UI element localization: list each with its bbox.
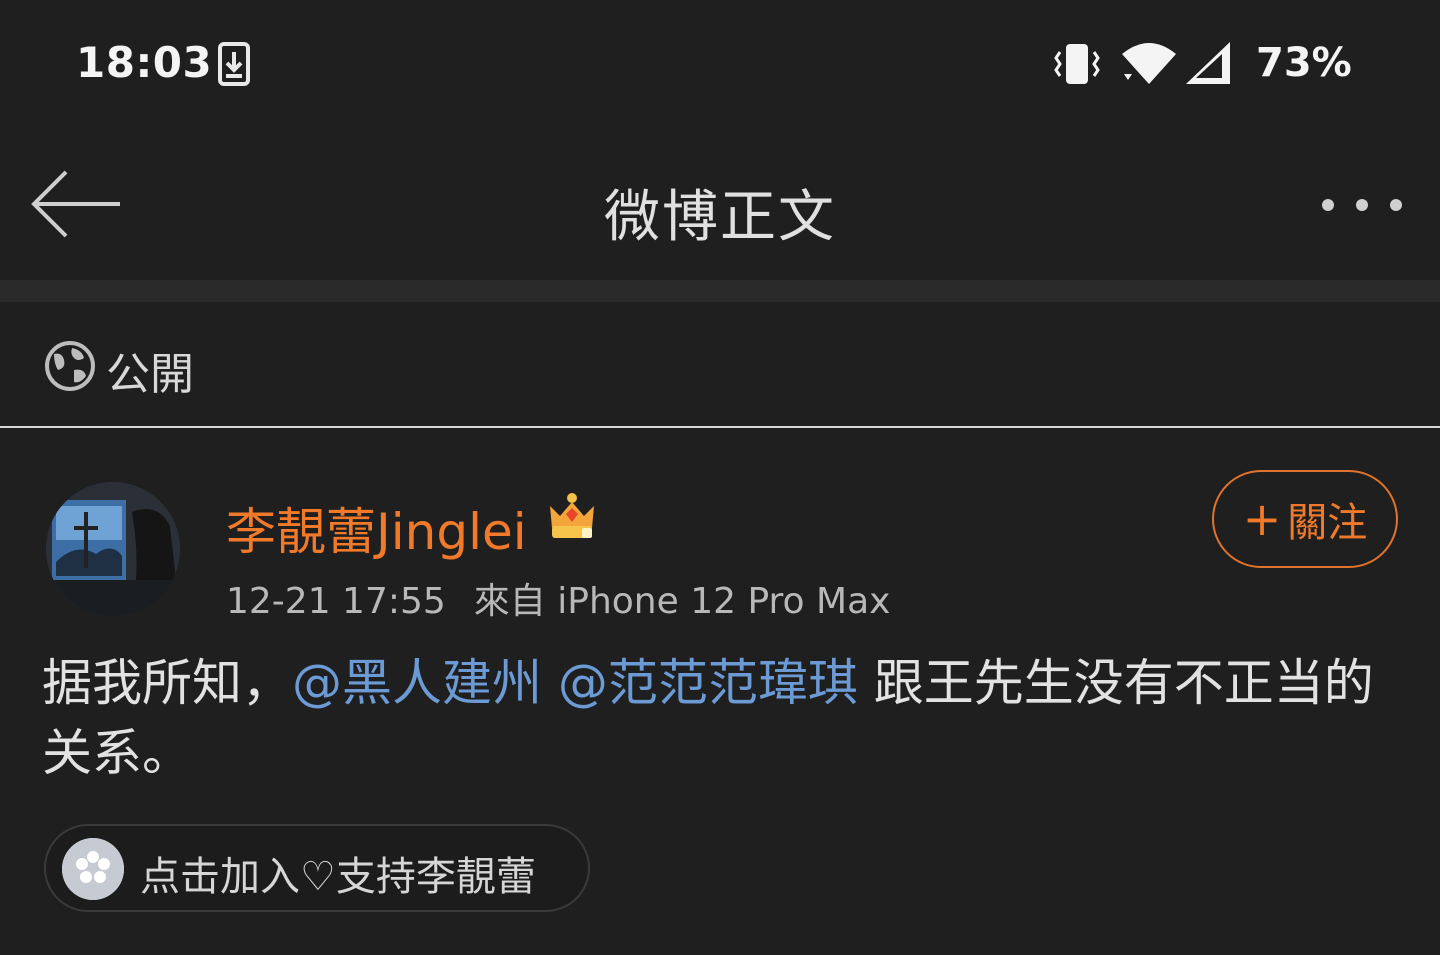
more-button[interactable] bbox=[1314, 190, 1410, 220]
post-meta: 12-21 17:55 來自 iPhone 12 Pro Max bbox=[226, 572, 890, 624]
avatar[interactable] bbox=[46, 482, 180, 616]
download-icon bbox=[218, 42, 250, 90]
support-label: 点击加入♡支持李靚蕾 bbox=[140, 854, 536, 900]
weibo-post: 李靚蕾Jinglei 12-21 17:55 來自 iPhone 12 Pro M… bbox=[0, 428, 1440, 955]
signal-icon bbox=[1184, 40, 1232, 90]
nav-bar: 微博正文 bbox=[0, 128, 1440, 280]
post-time: 12-21 17:55 bbox=[226, 581, 446, 622]
mention-link[interactable]: @范范范瑋琪 bbox=[558, 654, 858, 712]
status-time: 18:03 bbox=[76, 38, 213, 87]
status-bar: 18:03 73% bbox=[0, 0, 1440, 128]
wifi-icon bbox=[1120, 40, 1178, 90]
post-text: 据我所知，@黑人建州 @范范范瑋琪 跟王先生没有不正当的关系。 bbox=[42, 648, 1402, 788]
vibrate-icon bbox=[1052, 42, 1102, 90]
author-name-suffix: i bbox=[512, 503, 527, 561]
globe-icon bbox=[44, 340, 96, 396]
author-name[interactable]: 李靚蕾Jinglei bbox=[226, 492, 527, 564]
battery-percentage: 73% bbox=[1256, 40, 1352, 86]
follow-label: 關注 bbox=[1287, 500, 1368, 546]
support-chip[interactable]: 点击加入♡支持李靚蕾 bbox=[44, 824, 590, 912]
more-dots-icon bbox=[1322, 199, 1402, 211]
post-text-before: 据我所知， bbox=[42, 654, 292, 712]
section-separator bbox=[0, 280, 1440, 302]
follow-button[interactable]: + 關注 bbox=[1212, 470, 1398, 568]
vip-crown-icon[interactable] bbox=[546, 492, 598, 544]
mention-link[interactable]: @黑人建州 bbox=[292, 654, 542, 712]
page-title: 微博正文 bbox=[604, 185, 836, 250]
post-source: 來自 iPhone 12 Pro Max bbox=[473, 581, 891, 622]
plus-icon: + bbox=[1242, 492, 1282, 546]
privacy-row: 公開 bbox=[0, 302, 1440, 426]
author-name-text: 李靚蕾Jingle bbox=[226, 503, 513, 561]
privacy-label: 公開 bbox=[106, 349, 194, 400]
flower-icon bbox=[62, 838, 124, 900]
